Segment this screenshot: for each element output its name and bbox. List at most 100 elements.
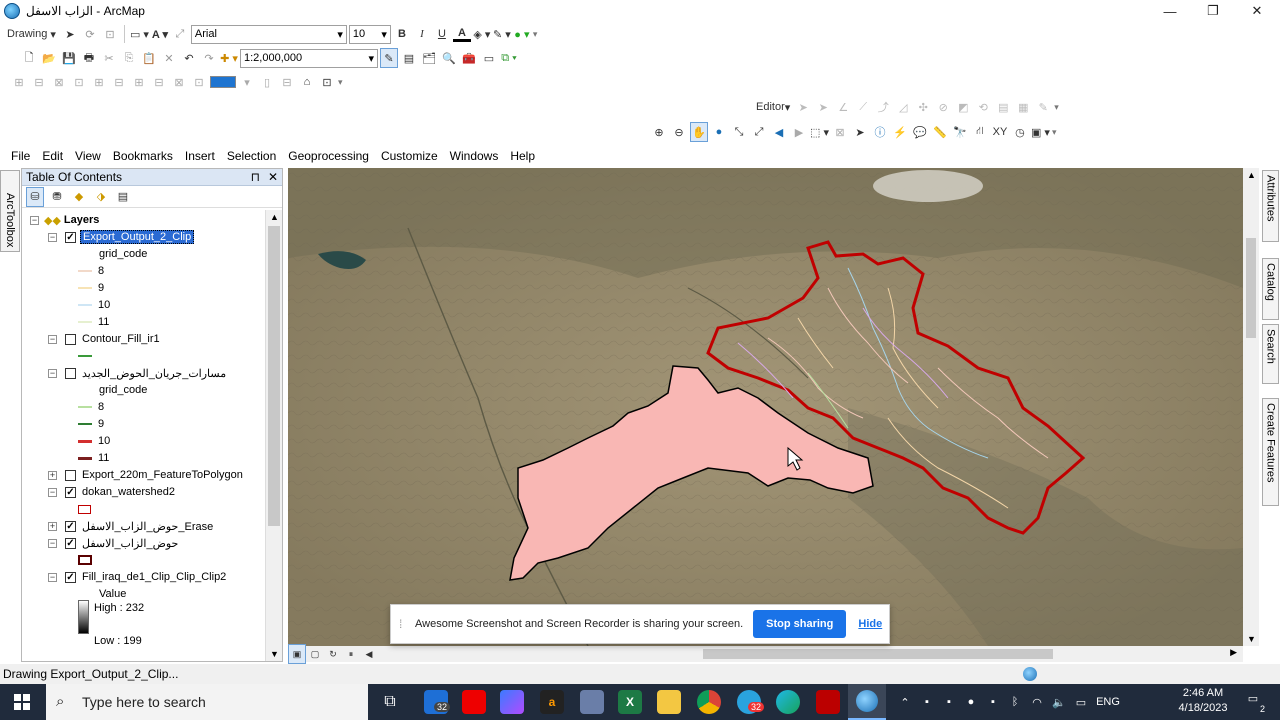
- rotate-icon[interactable]: ⟳: [81, 24, 99, 44]
- menu-geoprocessing[interactable]: Geoprocessing: [282, 149, 375, 163]
- rotate-edit-icon[interactable]: ⟲: [974, 97, 992, 117]
- volume-icon[interactable]: 🔈: [1048, 696, 1070, 709]
- layer-name[interactable]: Fill_iraq_de1_Clip_Clip_Clip2: [82, 571, 226, 583]
- time-slider-icon[interactable]: ◷: [1011, 122, 1029, 142]
- color-swatch-icon[interactable]: [210, 72, 236, 92]
- font-size-combo[interactable]: 10 ▾: [348, 24, 391, 44]
- table-of-contents-icon[interactable]: ▤: [400, 48, 418, 68]
- map-hscroll-thumb[interactable]: [703, 649, 1053, 659]
- vertex-icon[interactable]: ◿: [894, 97, 912, 117]
- editor-toolbar-icon[interactable]: ✎: [380, 48, 398, 68]
- layout-tool-11-icon[interactable]: ⊟: [278, 72, 296, 92]
- print-icon[interactable]: 🖶: [80, 48, 98, 68]
- windows-start-icon[interactable]: [14, 694, 30, 710]
- stop-sharing-button[interactable]: Stop sharing: [753, 610, 847, 638]
- arctoolbox-icon[interactable]: 🧰: [460, 48, 478, 68]
- paste-icon[interactable]: 📋: [140, 48, 158, 68]
- pin-icon[interactable]: ⊓: [251, 170, 260, 184]
- open-icon[interactable]: 📂: [40, 48, 58, 68]
- viewer-window-icon[interactable]: ▣ ▾: [1031, 122, 1050, 142]
- copilot-icon[interactable]: [500, 690, 524, 714]
- tray-app-icon[interactable]: ▪: [916, 696, 938, 708]
- toc-close-icon[interactable]: ✕: [268, 170, 278, 184]
- menu-file[interactable]: File: [5, 149, 36, 163]
- layer-visibility-checkbox[interactable]: ✓: [65, 486, 76, 498]
- layout-tool-4-icon[interactable]: ⊡: [70, 72, 88, 92]
- undo-icon[interactable]: ↶: [180, 48, 198, 68]
- layout-tool-1-icon[interactable]: ⊞: [10, 72, 28, 92]
- map-vscroll-thumb[interactable]: [1246, 238, 1256, 338]
- select-elements-tool-icon[interactable]: ➤: [851, 122, 869, 142]
- bluetooth-icon[interactable]: ᛒ: [1004, 696, 1026, 708]
- edit-vertices-icon[interactable]: ⤢: [171, 24, 189, 44]
- expand-icon[interactable]: +: [48, 521, 57, 531]
- collapse-icon[interactable]: −: [48, 232, 57, 242]
- fixed-zoom-in-icon[interactable]: ⤡: [730, 122, 748, 142]
- amazon-icon[interactable]: a: [540, 690, 564, 714]
- collapse-icon[interactable]: −: [48, 572, 57, 582]
- satellite-map[interactable]: [288, 168, 1243, 646]
- layer-row[interactable]: − Contour_Fill_ir1: [48, 331, 160, 347]
- tray-app-icon[interactable]: ▪: [982, 696, 1004, 708]
- catalog-icon[interactable]: 🗂: [420, 48, 438, 68]
- toolbar-grip-4[interactable]: ▾: [1052, 126, 1058, 138]
- drag-handle-icon[interactable]: ⁞: [399, 617, 402, 631]
- task-view-icon[interactable]: ⧉: [378, 690, 402, 714]
- excel-icon[interactable]: X: [618, 690, 642, 714]
- font-combo[interactable]: Arial ▾: [190, 24, 347, 44]
- select-elements-icon[interactable]: ➤: [61, 24, 79, 44]
- arcmap-taskbar-button[interactable]: [848, 684, 886, 720]
- pan-icon[interactable]: ✋: [690, 122, 708, 142]
- layer-name[interactable]: Contour_Fill_ir1: [82, 333, 160, 345]
- line-icon[interactable]: ⟋: [854, 97, 872, 117]
- attributes-icon[interactable]: ▤: [994, 97, 1012, 117]
- layer-visibility-checkbox[interactable]: ✓: [65, 537, 76, 549]
- data-view-icon[interactable]: ▣: [288, 644, 306, 664]
- rectangle-icon[interactable]: ▭ ▾: [130, 24, 149, 44]
- delete-icon[interactable]: ✕: [160, 48, 178, 68]
- clear-selection-icon[interactable]: ⊠: [831, 122, 849, 142]
- collapse-icon[interactable]: −: [30, 215, 39, 225]
- zoom-whole-page-icon[interactable]: ⊡: [101, 24, 119, 44]
- line-color-icon[interactable]: ✎ ▾: [493, 24, 511, 44]
- bold-button[interactable]: B: [393, 24, 411, 44]
- map-display[interactable]: [288, 168, 1243, 646]
- attributes-tab[interactable]: Attributes: [1262, 170, 1279, 242]
- scroll-right-icon[interactable]: ▶: [1230, 647, 1237, 658]
- layout-tool-13-icon[interactable]: ⊡: [318, 72, 336, 92]
- list-by-drawing-order-icon[interactable]: ⛁: [26, 186, 44, 207]
- layout-tool-6-icon[interactable]: ⊟: [110, 72, 128, 92]
- layer-name[interactable]: dokan_watershed2: [82, 486, 175, 498]
- language-indicator[interactable]: ENG: [1092, 696, 1124, 708]
- layout-tool-3-icon[interactable]: ⊠: [50, 72, 68, 92]
- edge-icon[interactable]: [776, 690, 800, 714]
- zoom-in-icon[interactable]: ⊕: [650, 122, 668, 142]
- modelbuilder-icon[interactable]: ⧉ ▾: [500, 48, 518, 68]
- sketch-props-icon[interactable]: ▦: [1014, 97, 1032, 117]
- select-features-icon[interactable]: ⬚ ▾: [810, 122, 829, 142]
- straight-segment-icon[interactable]: ∠: [834, 97, 852, 117]
- redo-icon[interactable]: ↷: [200, 48, 218, 68]
- hyperlink-icon[interactable]: ⚡: [891, 122, 909, 142]
- layer-visibility-checkbox[interactable]: ✓: [65, 571, 76, 583]
- page-icon[interactable]: ▯: [258, 72, 276, 92]
- create-features-tab[interactable]: Create Features: [1262, 398, 1279, 506]
- chevron-up-icon[interactable]: ⌃: [894, 696, 916, 709]
- new-text-icon[interactable]: A ▾: [151, 24, 169, 44]
- calculator-icon[interactable]: [580, 690, 604, 714]
- html-popup-icon[interactable]: 💬: [911, 122, 929, 142]
- expand-icon[interactable]: +: [48, 470, 57, 480]
- layer-row[interactable]: − ✓ Fill_iraq_de1_Clip_Clip_Clip2: [48, 569, 226, 585]
- list-by-selection-icon[interactable]: ⬗: [92, 187, 110, 207]
- minimize-button[interactable]: —: [1147, 0, 1193, 22]
- toolbar-grip-2[interactable]: ▾: [338, 76, 344, 88]
- menu-edit[interactable]: Edit: [36, 149, 69, 163]
- catalog-tab[interactable]: Catalog: [1262, 258, 1279, 320]
- menu-view[interactable]: View: [69, 149, 107, 163]
- underline-button[interactable]: U: [433, 24, 451, 44]
- drawing-menu[interactable]: Drawing ▾: [4, 24, 59, 44]
- add-data-icon[interactable]: ✚ ▾: [220, 48, 238, 68]
- layer-name[interactable]: Export_220m_FeatureToPolygon: [82, 469, 243, 481]
- edit-tool-icon[interactable]: ➤: [794, 97, 812, 117]
- identify-icon[interactable]: ⓘ: [871, 122, 889, 142]
